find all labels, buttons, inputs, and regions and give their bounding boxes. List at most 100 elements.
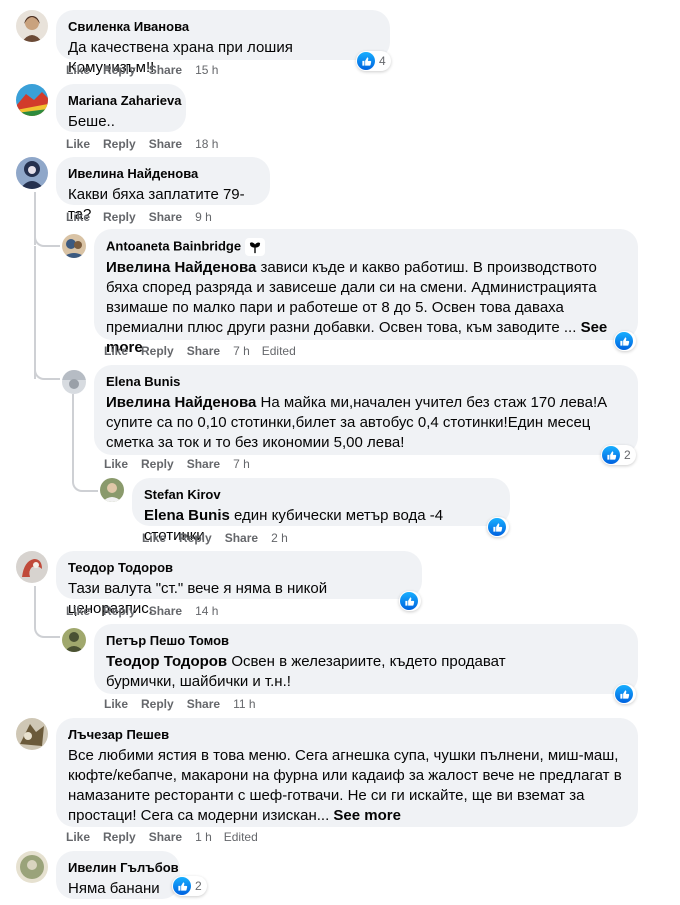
share-button[interactable]: Share <box>149 63 182 77</box>
like-button[interactable]: Like <box>66 830 90 844</box>
comment-actions: Like Reply Share 18 h <box>66 136 230 152</box>
comment-bubble: Ивелин Гълъбов Няма банани <box>56 851 180 899</box>
comment-text: Ивелина Найденова На майка ми,начален уч… <box>106 394 608 451</box>
reaction-count[interactable] <box>399 591 421 611</box>
comment-bubble: Лъчезар Пешев Все любими ястия в това ме… <box>56 718 638 827</box>
top-fan-badge-icon <box>245 237 266 256</box>
avatar[interactable] <box>62 370 86 394</box>
mention-link[interactable]: Теодор Тодоров <box>106 653 227 670</box>
share-button[interactable]: Share <box>187 697 220 711</box>
comment-timestamp[interactable]: 1 h <box>195 830 212 844</box>
reply-button[interactable]: Reply <box>141 697 174 711</box>
comment-author[interactable]: Петър Пешо Томов <box>106 633 229 649</box>
share-button[interactable]: Share <box>149 137 182 151</box>
comment-text: Теодор Тодоров Освен в железариите, къде… <box>106 653 506 690</box>
like-button[interactable]: Like <box>104 697 128 711</box>
reaction-count[interactable]: 2 <box>601 445 636 465</box>
reaction-count[interactable]: 4 <box>356 51 391 71</box>
share-button[interactable]: Share <box>149 830 182 844</box>
reaction-count[interactable] <box>487 517 509 537</box>
comment-author[interactable]: Elena Bunis <box>106 374 180 390</box>
thread-connector <box>34 620 60 638</box>
avatar[interactable] <box>16 157 48 189</box>
reply-button[interactable]: Reply <box>141 344 174 358</box>
reaction-count[interactable]: 2 <box>172 876 207 896</box>
avatar[interactable] <box>16 10 48 42</box>
like-button[interactable]: Like <box>104 344 128 358</box>
like-button[interactable]: Like <box>104 457 128 471</box>
like-reaction-icon <box>615 332 633 350</box>
comment-timestamp[interactable]: 7 h <box>233 344 250 358</box>
comment-bubble: Свиленка Иванова Да качествена храна при… <box>56 10 390 76</box>
comment-author[interactable]: Свиленка Иванова <box>68 19 189 35</box>
reply-button[interactable]: Reply <box>103 63 136 77</box>
comment-text: Няма банани <box>68 880 160 897</box>
thread-connector <box>34 230 60 247</box>
like-button[interactable]: Like <box>66 210 90 224</box>
share-button[interactable]: Share <box>225 531 258 545</box>
comment-author[interactable]: Ивелина Найденова <box>68 166 198 182</box>
comment-actions: Like Reply Share 2 h <box>142 530 300 546</box>
share-button[interactable]: Share <box>149 604 182 618</box>
avatar[interactable] <box>62 234 86 258</box>
avatar[interactable] <box>16 84 48 116</box>
reply-button[interactable]: Reply <box>103 210 136 224</box>
comment-actions: Like Reply Share 15 h <box>66 62 230 78</box>
thread-connector <box>72 474 98 492</box>
comment-bubble: Elena Bunis Ивелина Найденова На майка м… <box>94 365 638 455</box>
reply-button[interactable]: Reply <box>141 457 174 471</box>
comment-timestamp[interactable]: 11 h <box>233 697 255 711</box>
comment-actions: Like Reply Share 1 h Edited <box>66 829 258 845</box>
comment-author[interactable]: Лъчезар Пешев <box>68 727 169 743</box>
comment-actions: Like Reply Share 14 h <box>66 603 230 619</box>
reply-button[interactable]: Reply <box>103 604 136 618</box>
mention-link[interactable]: Elena Bunis <box>144 507 230 524</box>
reply-button[interactable]: Reply <box>103 830 136 844</box>
reply-button[interactable]: Reply <box>179 531 212 545</box>
like-reaction-icon <box>357 52 375 70</box>
comment-bubble: Теодор Тодоров Тази валута "ст." вече я … <box>56 551 422 617</box>
like-button[interactable]: Like <box>142 531 166 545</box>
comment-bubble: Ивелина Найденова Какви бяха заплатите 7… <box>56 157 270 223</box>
avatar[interactable] <box>62 628 86 652</box>
comment-author[interactable]: Mariana Zaharieva <box>68 93 181 109</box>
comment-author[interactable]: Ивелин Гълъбов <box>68 860 179 876</box>
edited-label: Edited <box>261 344 296 358</box>
comment-timestamp[interactable]: 15 h <box>195 63 218 77</box>
reaction-count[interactable] <box>614 331 636 351</box>
comment-actions: Like Reply Share 7 h <box>104 456 262 472</box>
comment-timestamp[interactable]: 14 h <box>195 604 218 618</box>
comment-author[interactable]: Stefan Kirov <box>144 487 221 503</box>
comment-timestamp[interactable]: 9 h <box>195 210 212 224</box>
comment-text: Беше.. <box>68 113 115 130</box>
see-more-link[interactable]: See more <box>333 807 401 824</box>
thread-connector <box>34 362 60 380</box>
like-button[interactable]: Like <box>66 137 90 151</box>
comment-actions: Like Reply Share 11 h <box>104 696 268 712</box>
avatar[interactable] <box>16 718 48 750</box>
reply-button[interactable]: Reply <box>103 137 136 151</box>
avatar[interactable] <box>16 851 48 883</box>
comment-timestamp[interactable]: 18 h <box>195 137 218 151</box>
share-button[interactable]: Share <box>187 344 220 358</box>
mention-link[interactable]: Ивелина Найденова <box>106 394 256 411</box>
like-reaction-icon <box>615 685 633 703</box>
comment-timestamp[interactable]: 2 h <box>271 531 288 545</box>
avatar[interactable] <box>16 551 48 583</box>
comment-bubble: Antoaneta Bainbridge Ивелина Найденова з… <box>94 229 638 356</box>
like-button[interactable]: Like <box>66 604 90 618</box>
like-reaction-icon <box>400 592 418 610</box>
like-button[interactable]: Like <box>66 63 90 77</box>
comment-author[interactable]: Теодор Тодоров <box>68 560 173 576</box>
mention-link[interactable]: Ивелина Найденова <box>106 259 256 276</box>
avatar[interactable] <box>100 478 124 502</box>
share-button[interactable]: Share <box>187 457 220 471</box>
comment-actions: Like Reply Share 7 h Edited <box>104 343 296 359</box>
comment-bubble: Stefan Kirov Elena Bunis един кубически … <box>132 478 510 544</box>
like-reaction-icon <box>488 518 506 536</box>
comment-author[interactable]: Antoaneta Bainbridge <box>106 237 266 256</box>
reaction-count[interactable] <box>614 684 636 704</box>
comment-timestamp[interactable]: 7 h <box>233 457 250 471</box>
like-reaction-icon <box>173 877 191 895</box>
share-button[interactable]: Share <box>149 210 182 224</box>
